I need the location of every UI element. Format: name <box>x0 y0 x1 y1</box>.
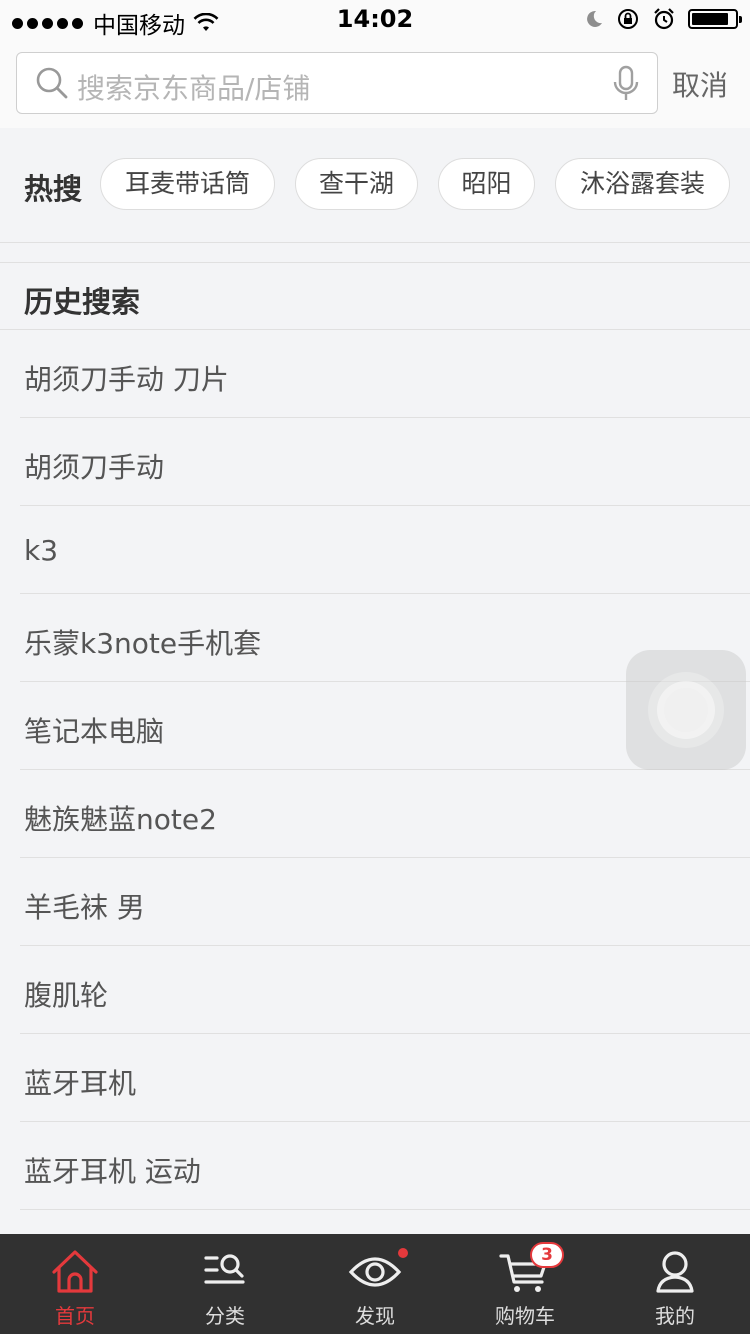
history-item[interactable]: 蓝牙耳机 <box>0 1034 750 1122</box>
rotation-lock-icon <box>618 9 638 29</box>
tab-discover[interactable]: 发现 <box>300 1234 450 1334</box>
microphone-icon[interactable] <box>611 65 641 103</box>
hot-search-chip[interactable]: 查干湖 <box>295 158 418 210</box>
history-title: 历史搜索 <box>24 285 141 319</box>
search-placeholder: 搜索京东商品/店铺 <box>77 72 311 105</box>
tab-label: 发现 <box>355 1304 395 1328</box>
history-item-label: 羊毛袜 男 <box>24 891 145 924</box>
history-item-label: 魅族魅蓝note2 <box>24 803 217 836</box>
bottom-tab-bar: 首页 分类 发现 3 购物车 我的 <box>0 1234 750 1334</box>
tab-label: 购物车 <box>495 1304 555 1328</box>
history-item[interactable]: 腹肌轮 <box>0 946 750 1034</box>
status-right <box>584 7 742 31</box>
history-item-label: 乐蒙k3note手机套 <box>24 627 262 660</box>
tab-cart[interactable]: 3 购物车 <box>450 1234 600 1334</box>
notification-dot <box>398 1248 408 1258</box>
discover-eye-icon <box>348 1257 402 1287</box>
history-item-label: 胡须刀手动 刀片 <box>24 363 229 396</box>
history-item[interactable]: 羊毛袜 男 <box>0 858 750 946</box>
hot-search-chip[interactable]: 昭阳 <box>438 158 535 210</box>
divider <box>20 1209 750 1210</box>
history-item[interactable]: 蓝牙耳机 运动 <box>0 1122 750 1210</box>
category-icon <box>204 1254 245 1284</box>
status-bar: 中国移动 14:02 <box>0 0 750 40</box>
profile-icon <box>656 1251 694 1293</box>
hot-search-section: 热搜 耳麦带话筒 查干湖 昭阳 沐浴露套装 <box>0 128 750 243</box>
assistive-ring <box>664 688 708 732</box>
cancel-button[interactable]: 取消 <box>672 64 728 104</box>
history-list: 胡须刀手动 刀片 胡须刀手动 k3 乐蒙k3note手机套 笔记本电脑 魅族魅蓝… <box>0 330 750 1210</box>
battery-icon <box>688 9 742 29</box>
history-item-label: 蓝牙耳机 <box>24 1067 137 1100</box>
hot-search-chip[interactable]: 耳麦带话筒 <box>100 158 275 210</box>
hot-search-chip[interactable]: 沐浴露套装 <box>555 158 730 210</box>
history-item[interactable]: k3 <box>0 506 750 594</box>
tab-home[interactable]: 首页 <box>0 1234 150 1334</box>
history-item-label: 蓝牙耳机 运动 <box>24 1155 201 1188</box>
tab-profile[interactable]: 我的 <box>600 1234 750 1334</box>
search-input[interactable]: 搜索京东商品/店铺 <box>16 52 658 114</box>
tab-label: 首页 <box>55 1304 95 1328</box>
tab-label: 分类 <box>205 1304 245 1328</box>
tab-category[interactable]: 分类 <box>150 1234 300 1334</box>
history-item[interactable]: 胡须刀手动 <box>0 418 750 506</box>
history-item-label: k3 <box>24 534 59 567</box>
history-item[interactable]: 魅族魅蓝note2 <box>0 770 750 858</box>
search-header: 搜索京东商品/店铺 取消 <box>0 40 750 129</box>
alarm-icon <box>654 8 674 30</box>
history-item-label: 胡须刀手动 <box>24 451 165 484</box>
history-item[interactable]: 胡须刀手动 刀片 <box>0 330 750 418</box>
moon-icon <box>587 10 602 27</box>
assistive-touch-button[interactable] <box>626 650 746 770</box>
hot-search-title: 热搜 <box>24 172 83 206</box>
tab-label: 我的 <box>655 1304 695 1328</box>
home-icon <box>52 1250 98 1293</box>
history-item-label: 腹肌轮 <box>24 979 109 1012</box>
search-icon <box>36 67 68 99</box>
history-item-label: 笔记本电脑 <box>24 715 165 748</box>
cart-count-badge: 3 <box>530 1242 564 1268</box>
